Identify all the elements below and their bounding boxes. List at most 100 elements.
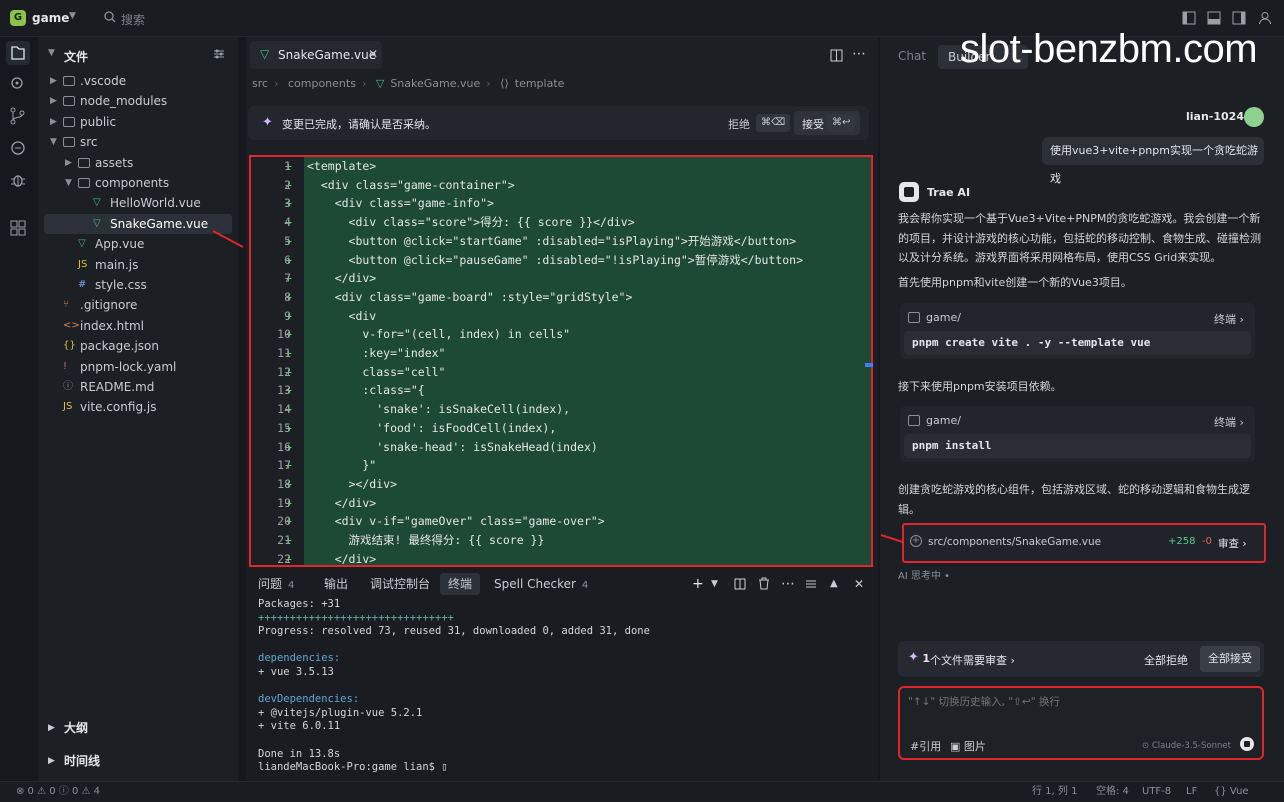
tree-folder[interactable]: ▼ components <box>38 173 238 193</box>
tree-folder[interactable]: ▶ node_modules <box>38 91 238 111</box>
breadcrumb-item[interactable]: SnakeGame.vue <box>390 77 480 90</box>
open-terminal-link[interactable]: 终端 › <box>1214 311 1244 327</box>
source-control-icon[interactable] <box>9 107 27 125</box>
chevron-down-icon[interactable]: ▼ <box>48 48 55 58</box>
indentation-status[interactable]: 空格: 4 <box>1096 782 1129 802</box>
trash-icon[interactable] <box>758 577 770 590</box>
tab-debug-console[interactable]: 调试控制台 <box>370 573 430 595</box>
explorer-icon[interactable] <box>6 41 30 65</box>
code-text: </div> <box>307 551 377 566</box>
cursor-position[interactable]: 行 1, 列 1 <box>1032 782 1077 802</box>
eol-status[interactable]: LF <box>1186 782 1197 802</box>
account-icon[interactable] <box>1258 11 1272 25</box>
toggle-panel-icon[interactable] <box>1207 11 1221 25</box>
more-actions-icon[interactable]: ⋯ <box>781 573 795 595</box>
tree-label: App.vue <box>95 237 145 252</box>
added-marker: + <box>285 177 292 192</box>
search-box[interactable]: 搜索 <box>121 11 145 28</box>
toggle-aux-bar-icon[interactable] <box>1232 11 1246 25</box>
chevron-down-icon: ▼ <box>50 137 57 148</box>
tree-file[interactable]: # style.css <box>38 275 238 295</box>
code-text: :key="index" <box>307 346 446 360</box>
terminal-output[interactable]: Packages: +31 +++++++++++++++++++++++++++… <box>258 598 868 775</box>
split-terminal-icon[interactable] <box>734 578 746 590</box>
remote-icon[interactable] <box>9 139 27 157</box>
tree-file[interactable]: ▽ SnakeGame.vue <box>44 213 232 234</box>
debug-icon[interactable] <box>9 171 27 189</box>
image-button[interactable]: ▣ 图片 <box>950 738 986 754</box>
terminal-line: devDependencies: <box>258 693 360 706</box>
code-text: v-for="(cell, index) in cells" <box>307 327 571 342</box>
timeline-section[interactable]: ▶ 时间线 <box>38 749 238 773</box>
panel-settings-icon[interactable] <box>805 578 817 590</box>
code-text: <div class="score">得分: {{ score }}</div> <box>307 215 635 230</box>
chat-input[interactable] <box>908 696 1248 708</box>
tree-folder[interactable]: ▶ assets <box>38 153 238 173</box>
code-diff-view[interactable]: 1 + <template> 2 + <div class="game-containe… <box>249 155 873 567</box>
tree-folder[interactable]: ▶ .vscode <box>38 71 238 91</box>
tree-file[interactable]: JS vite.config.js <box>38 397 238 417</box>
chevron-down-icon[interactable]: ▼ <box>69 11 76 21</box>
tab-chat[interactable]: Chat <box>898 49 926 63</box>
vue-file-icon: ▽ <box>93 197 101 209</box>
split-editor-icon[interactable] <box>830 49 843 62</box>
tree-file[interactable]: ! pnpm-lock.yaml <box>38 357 238 377</box>
tree-file[interactable]: JS main.js <box>38 255 238 275</box>
open-terminal-link[interactable]: 终端 › <box>1214 414 1244 430</box>
review-link[interactable]: 审查 › <box>1218 536 1247 551</box>
send-icon[interactable] <box>1240 737 1254 751</box>
app-badge[interactable]: G <box>10 10 26 26</box>
filter-icon[interactable] <box>213 48 225 60</box>
encoding-status[interactable]: UTF-8 <box>1142 782 1171 802</box>
terminal-line: + @vitejs/plugin-vue 5.2.1 <box>258 706 423 719</box>
add-terminal-icon[interactable]: + <box>692 573 704 595</box>
chevron-down-icon[interactable]: ▼ <box>711 573 718 595</box>
app-title[interactable]: game <box>32 11 69 25</box>
language-status[interactable]: {} Vue <box>1214 782 1249 802</box>
tab-snakegame[interactable]: ▽ SnakeGame.vue ✕ <box>250 41 382 69</box>
extensions-icon[interactable] <box>9 219 27 237</box>
breadcrumb-item[interactable]: src <box>252 77 268 90</box>
accept-button[interactable]: 接受 ⌘↩ <box>794 111 860 135</box>
problems-status[interactable]: ⊗ 0 ⚠ 0 ⓘ 0 ⚠ 4 <box>16 782 100 802</box>
code-text: <template> <box>307 159 377 173</box>
added-marker: + <box>285 308 292 323</box>
breadcrumb-item[interactable]: components <box>288 77 356 90</box>
tree-file[interactable]: <> index.html <box>38 316 238 336</box>
tree-label: vite.config.js <box>80 400 157 415</box>
added-marker: + <box>285 514 292 529</box>
accept-all-button[interactable]: 全部接受 <box>1200 646 1260 672</box>
tree-file[interactable]: ▽ App.vue <box>38 234 238 254</box>
tree-file[interactable]: ⓘ README.md <box>38 377 238 397</box>
reject-shortcut: ⌘⌫ <box>756 114 791 132</box>
search-icon[interactable] <box>104 11 116 23</box>
outline-section[interactable]: ▶ 大纲 <box>38 716 238 740</box>
tree-file[interactable]: ▽ HelloWorld.vue <box>38 193 238 213</box>
tab-spell-checker[interactable]: Spell Checker 4 <box>494 573 588 595</box>
folder-icon <box>78 157 90 168</box>
added-marker: + <box>285 551 292 566</box>
more-actions-icon[interactable]: ⋯ <box>852 46 866 62</box>
tree-folder[interactable]: ▶ public <box>38 112 238 132</box>
tab-terminal[interactable]: 终端 <box>440 573 481 595</box>
tree-file[interactable]: ⑂ .gitignore <box>38 295 238 315</box>
model-selector[interactable]: ⊙ Claude-3.5-Sonnet <box>1142 741 1231 751</box>
tree-file[interactable]: {} package.json <box>38 336 238 356</box>
reference-button[interactable]: #引用 <box>910 738 941 754</box>
tree-folder[interactable]: ▼ src <box>38 132 238 152</box>
reject-all-button[interactable]: 全部拒绝 <box>1144 652 1188 668</box>
toggle-sidebar-icon[interactable] <box>1182 11 1196 25</box>
search-scope-icon[interactable] <box>9 75 27 93</box>
close-panel-icon[interactable]: ✕ <box>854 573 864 595</box>
tab-problems[interactable]: 问题 4 <box>258 573 294 595</box>
ai-name: Trae AI <box>927 186 971 199</box>
changed-file-card[interactable]: + src/components/SnakeGame.vue +258 -0 审… <box>902 523 1266 563</box>
maximize-panel-icon[interactable]: ▲ <box>830 573 838 595</box>
code-line: 1 + <template> <box>251 157 871 176</box>
close-icon[interactable]: ✕ <box>368 47 378 61</box>
breadcrumb-item[interactable]: template <box>515 77 565 90</box>
review-text[interactable]: 个文件需要审查 › <box>930 652 1015 668</box>
reject-button[interactable]: 拒绝 <box>728 116 750 132</box>
terminal-line: Done in 13.8s <box>258 747 341 760</box>
tab-output[interactable]: 输出 <box>324 573 348 595</box>
